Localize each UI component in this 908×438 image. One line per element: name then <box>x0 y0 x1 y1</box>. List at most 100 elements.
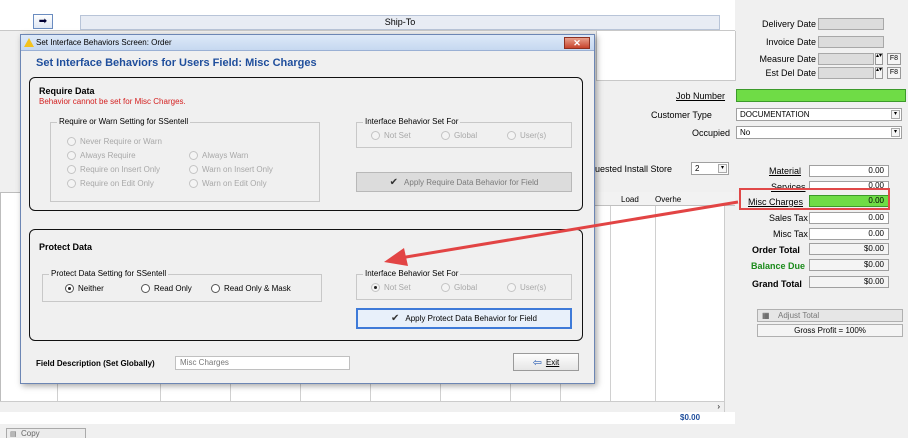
close-button[interactable]: ✕ <box>564 37 590 49</box>
radio-protect-neither[interactable]: Neither <box>65 284 104 293</box>
misc-tax-label: Misc Tax <box>773 229 808 239</box>
job-number-label: Job Number <box>676 91 726 101</box>
radio-always-warn[interactable]: Always Warn <box>189 151 248 160</box>
measure-date-field[interactable] <box>818 53 874 65</box>
radio-warn-edit[interactable]: Warn on Edit Only <box>189 179 267 188</box>
sales-tax-value[interactable]: 0.00 <box>809 212 889 224</box>
require-setting-fieldset: Require or Warn Setting for SSentell Nev… <box>50 117 320 202</box>
chevron-down-icon[interactable]: ▾ <box>891 128 900 137</box>
radio-label: Neither <box>78 284 104 293</box>
occupied-value: No <box>740 128 751 137</box>
customer-type-label: Customer Type <box>651 110 712 120</box>
occupied-select[interactable]: No ▾ <box>736 126 902 139</box>
delivery-date-field[interactable] <box>818 18 884 30</box>
customer-type-select[interactable]: DOCUMENTATION ▾ <box>736 108 902 121</box>
require-data-title: Require Data <box>39 86 95 96</box>
measure-date-spinner[interactable]: ▴▾ <box>875 53 883 65</box>
chevron-down-icon[interactable]: ▾ <box>718 164 727 173</box>
field-description-input[interactable]: Misc Charges <box>175 356 350 370</box>
radio-icon <box>67 179 76 188</box>
est-del-date-field[interactable] <box>818 67 874 79</box>
install-store-value: 2 <box>695 164 700 173</box>
radio-label: Not Set <box>384 131 411 140</box>
radio-label: Warn on Edit Only <box>202 179 267 188</box>
material-label: Material <box>769 166 802 176</box>
radio-label: Require on Insert Only <box>80 165 161 174</box>
radio-icon <box>67 165 76 174</box>
radio-protect-read-only-mask[interactable]: Read Only & Mask <box>211 284 291 293</box>
grand-total-label: Grand Total <box>752 279 802 289</box>
radio-label: User(s) <box>520 131 547 140</box>
radio-never-require[interactable]: Never Require or Warn <box>67 137 162 146</box>
radio-protect-read-only[interactable]: Read Only <box>141 284 192 293</box>
radio-label: Read Only <box>154 284 192 293</box>
exit-button[interactable]: ⇦ Exit <box>513 353 579 371</box>
radio-protect-global[interactable]: Global <box>441 283 477 292</box>
occupied-label: Occupied <box>692 128 731 138</box>
checkmark-icon: ✔ <box>389 176 399 188</box>
adjust-total-button[interactable]: ▦ Adjust Total <box>757 309 903 322</box>
est-del-date-f8-button[interactable]: F8 <box>887 67 901 79</box>
scroll-right-icon[interactable]: › <box>717 402 720 411</box>
grid-divider <box>655 206 656 401</box>
est-del-date-label: Est Del Date <box>765 68 816 78</box>
radio-icon <box>441 131 450 140</box>
material-value[interactable]: 0.00 <box>809 165 889 177</box>
gross-profit-display: Gross Profit = 100% <box>757 324 903 337</box>
radio-protect-not-set[interactable]: Not Set <box>371 283 411 292</box>
copy-icon: ▤ <box>10 431 17 438</box>
radio-icon <box>189 151 198 160</box>
radio-icon <box>507 283 516 292</box>
apply-require-label: Apply Require Data Behavior for Field <box>404 177 539 187</box>
grid-total-bar: $0.00 <box>0 412 735 424</box>
dialog-title: Set Interface Behaviors Screen: Order <box>36 38 172 47</box>
misc-tax-value[interactable]: 0.00 <box>809 228 889 240</box>
radio-icon <box>141 284 150 293</box>
radio-require-not-set[interactable]: Not Set <box>371 131 411 140</box>
apply-require-button[interactable]: ✔ Apply Require Data Behavior for Field <box>356 172 572 192</box>
job-number-field[interactable] <box>736 89 906 102</box>
radio-require-users[interactable]: User(s) <box>507 131 546 140</box>
sales-tax-label: Sales Tax <box>769 213 808 223</box>
copy-label: Copy <box>21 429 40 438</box>
radio-icon <box>507 131 516 140</box>
dialog-heading: Set Interface Behaviors for Users Field:… <box>36 57 317 69</box>
chevron-down-icon[interactable]: ▾ <box>891 110 900 119</box>
delivery-date-label: Delivery Date <box>761 19 816 29</box>
radio-always-require[interactable]: Always Require <box>67 151 136 160</box>
copy-button[interactable]: ▤ Copy <box>6 428 86 438</box>
est-del-date-spinner[interactable]: ▴▾ <box>875 67 883 79</box>
require-setting-legend: Require or Warn Setting for SSentell <box>57 117 191 126</box>
protect-setting-fieldset: Protect Data Setting for SSentell Neithe… <box>42 269 322 302</box>
radio-label: Require on Edit Only <box>80 179 154 188</box>
invoice-date-field[interactable] <box>818 36 884 48</box>
radio-icon <box>65 284 74 293</box>
grid-col-overhead: Overhe <box>655 195 682 204</box>
arrow-left-icon: ⇦ <box>532 356 542 369</box>
install-store-select[interactable]: 2 ▾ <box>691 162 729 175</box>
radio-label: Warn on Insert Only <box>202 165 273 174</box>
apply-protect-label: Apply Protect Data Behavior for Field <box>405 314 537 323</box>
radio-require-insert[interactable]: Require on Insert Only <box>67 165 160 174</box>
nav-forward-button[interactable]: ➡ <box>33 14 53 29</box>
radio-label: Global <box>454 131 478 140</box>
grid-vertical-scrollbar[interactable] <box>724 206 735 412</box>
customer-type-value: DOCUMENTATION <box>740 110 810 119</box>
ship-to-panel <box>596 31 736 81</box>
radio-icon <box>189 165 198 174</box>
radio-label: Always Warn <box>202 151 249 160</box>
require-behavior-legend: Interface Behavior Set For <box>363 117 461 126</box>
measure-date-f8-button[interactable]: F8 <box>887 53 901 65</box>
exit-label: Exit <box>545 357 560 367</box>
radio-warn-insert[interactable]: Warn on Insert Only <box>189 165 273 174</box>
balance-due-value: $0.00 <box>809 259 889 271</box>
apply-protect-button[interactable]: ✔ Apply Protect Data Behavior for Field <box>356 308 572 329</box>
require-data-group: Require Data Behavior cannot be set for … <box>29 77 583 211</box>
grid-horizontal-scrollbar[interactable]: › <box>0 401 724 412</box>
radio-require-global[interactable]: Global <box>441 131 477 140</box>
ship-to-header: Ship-To <box>80 15 720 30</box>
radio-protect-users[interactable]: User(s) <box>507 283 546 292</box>
radio-require-edit[interactable]: Require on Edit Only <box>67 179 154 188</box>
protect-data-title: Protect Data <box>39 242 93 252</box>
dialog-title-bar[interactable]: Set Interface Behaviors Screen: Order ✕ <box>21 35 594 51</box>
